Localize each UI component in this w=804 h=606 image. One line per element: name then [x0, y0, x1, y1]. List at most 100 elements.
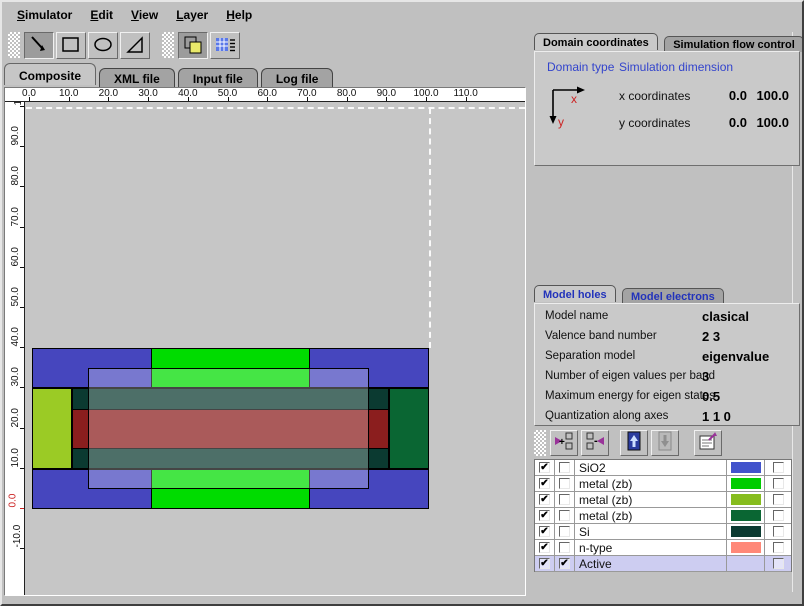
properties-icon — [697, 430, 719, 457]
grid-icon — [214, 34, 236, 56]
remove-region-button[interactable]: - — [581, 430, 609, 456]
highlight-checkbox[interactable] — [559, 510, 570, 521]
metal-left-block[interactable] — [32, 388, 72, 468]
toolbar-grip-2[interactable] — [162, 32, 174, 58]
material-row-metal-zb-[interactable]: ✔ metal (zb) — [535, 476, 791, 492]
rectangle-icon — [60, 34, 82, 56]
vruler-label: 20.0 — [10, 408, 21, 427]
model-row-label: Valence band number — [545, 330, 657, 342]
toolbar-grip[interactable] — [8, 32, 20, 58]
properties-panel: Domain coordinates Simulation flow contr… — [530, 2, 804, 604]
material-row-n-type[interactable]: ✔n-type — [535, 540, 791, 556]
menu-help[interactable]: Help — [217, 7, 261, 23]
horizontal-ruler: 0.010.020.030.040.050.060.070.080.090.01… — [5, 88, 525, 102]
visibility-checkbox[interactable]: ✔ — [539, 494, 550, 505]
model-row-value: 1 1 0 — [702, 409, 731, 424]
vruler-label: -10.0 — [12, 525, 23, 548]
y-coordinates-label: y coordinates — [619, 116, 690, 130]
extra-checkbox[interactable] — [773, 462, 784, 473]
tab-xml-file[interactable]: XML file — [99, 68, 175, 88]
material-color-swatch[interactable] — [731, 478, 761, 489]
add-region-icon: + — [553, 430, 575, 457]
material-color-swatch[interactable] — [731, 510, 761, 521]
metal-right-block[interactable] — [389, 388, 429, 468]
tab-model-electrons[interactable]: Model electrons — [622, 288, 724, 304]
material-color-swatch[interactable] — [731, 542, 761, 553]
add-region-button[interactable]: + — [550, 430, 578, 456]
move-down-button[interactable] — [651, 430, 679, 456]
material-name: Si — [575, 524, 727, 539]
highlight-checkbox[interactable] — [559, 494, 570, 505]
active-region-highlight[interactable] — [88, 368, 370, 489]
extra-checkbox[interactable] — [773, 494, 784, 505]
model-row-label: Separation model — [545, 350, 635, 362]
tab-log-file[interactable]: Log file — [261, 68, 334, 88]
triangle-tool-button[interactable] — [120, 32, 150, 59]
material-row-si[interactable]: ✔ Si — [535, 524, 791, 540]
highlight-checkbox[interactable]: ✔ — [559, 558, 570, 569]
vruler-label: 50.0 — [10, 287, 21, 306]
vruler-label: 80.0 — [10, 166, 21, 185]
x-min-value: 0.0 — [715, 88, 747, 103]
material-row-active[interactable]: ✔ ✔ Active — [535, 556, 791, 572]
grid-view-button[interactable] — [210, 32, 240, 59]
extra-checkbox[interactable] — [773, 510, 784, 521]
structure-canvas[interactable] — [26, 103, 525, 595]
move-up-button[interactable] — [620, 430, 648, 456]
highlight-checkbox[interactable] — [559, 526, 570, 537]
svg-text:+: + — [559, 437, 565, 448]
pointer-tool-button[interactable] — [24, 32, 54, 59]
menu-simulator[interactable]: Simulator — [8, 7, 81, 23]
x-axis-label: x — [571, 92, 577, 106]
material-color-swatch[interactable] — [731, 526, 761, 537]
model-row-value: clasical — [702, 309, 749, 324]
tab-simulation-flow-control[interactable]: Simulation flow control — [664, 36, 804, 52]
tab-composite[interactable]: Composite — [4, 63, 96, 85]
vruler-label: 70.0 — [10, 207, 21, 226]
menu-layer[interactable]: Layer — [167, 7, 217, 23]
extra-checkbox[interactable] — [773, 542, 784, 553]
model-row-value: eigenvalue — [702, 349, 769, 364]
ellipse-tool-button[interactable] — [88, 32, 118, 59]
visibility-checkbox[interactable]: ✔ — [539, 462, 550, 473]
tab-model-holes[interactable]: Model holes — [534, 285, 616, 302]
vruler-label: 30.0 — [10, 367, 21, 386]
tab-domain-coordinates[interactable]: Domain coordinates — [534, 33, 658, 50]
visibility-checkbox[interactable]: ✔ — [539, 510, 550, 521]
model-row-value: 2 3 — [702, 329, 720, 344]
material-row-sio2[interactable]: ✔SiO2 — [535, 460, 791, 476]
material-row-metal-zb-[interactable]: ✔ metal (zb) — [535, 508, 791, 524]
document-tabs: CompositeXML fileInput fileLog file — [4, 62, 524, 87]
material-name: Active — [575, 556, 727, 571]
layer-toolbar-grip[interactable] — [534, 430, 546, 456]
drawing-area: 0.010.020.030.040.050.060.070.080.090.01… — [4, 87, 526, 596]
visibility-checkbox[interactable]: ✔ — [539, 478, 550, 489]
svg-text:-: - — [594, 435, 598, 447]
material-row-metal-zb-[interactable]: ✔metal (zb) — [535, 492, 791, 508]
visibility-checkbox[interactable]: ✔ — [539, 558, 550, 569]
move-up-icon — [623, 430, 645, 457]
move-down-icon — [654, 430, 676, 457]
overlap-regions-button[interactable] — [178, 32, 208, 59]
x-coordinates-label: x coordinates — [619, 89, 690, 103]
visibility-checkbox[interactable]: ✔ — [539, 526, 550, 537]
tab-input-file[interactable]: Input file — [178, 68, 258, 88]
pointer-icon — [28, 34, 50, 56]
extra-checkbox[interactable] — [773, 558, 784, 569]
material-color-swatch[interactable] — [731, 494, 761, 505]
highlight-checkbox[interactable] — [559, 462, 570, 473]
material-color-swatch[interactable] — [731, 558, 761, 569]
region-properties-button[interactable] — [694, 430, 722, 456]
visibility-checkbox[interactable]: ✔ — [539, 542, 550, 553]
highlight-checkbox[interactable] — [559, 542, 570, 553]
material-name: metal (zb) — [575, 476, 727, 491]
material-color-swatch[interactable] — [731, 462, 761, 473]
extra-checkbox[interactable] — [773, 478, 784, 489]
rectangle-tool-button[interactable] — [56, 32, 86, 59]
menu-view[interactable]: View — [122, 7, 167, 23]
material-name: metal (zb) — [575, 508, 727, 523]
menu-edit[interactable]: Edit — [81, 7, 122, 23]
vruler-label: 90.0 — [10, 126, 21, 145]
highlight-checkbox[interactable] — [559, 478, 570, 489]
extra-checkbox[interactable] — [773, 526, 784, 537]
